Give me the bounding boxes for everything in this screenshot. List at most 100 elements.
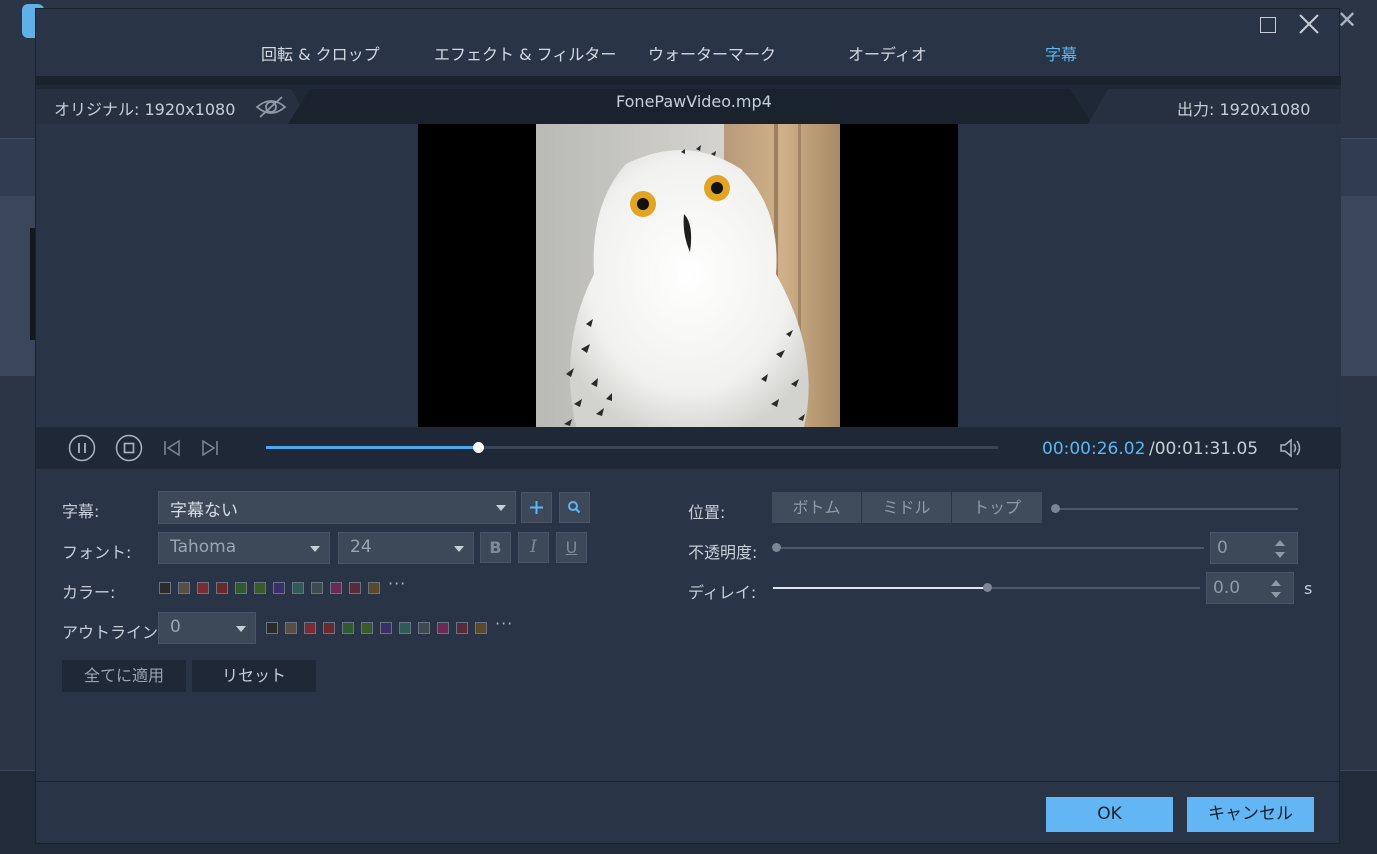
output-resolution: 出力: 1920x1080 [1177,100,1311,119]
tab-effect-filter[interactable]: エフェクト & フィルター [434,41,616,65]
color-swatch[interactable] [235,582,247,594]
font-family-value: Tahoma [170,537,237,557]
color-swatch[interactable] [254,582,266,594]
color-swatch[interactable] [349,582,361,594]
color-swatch[interactable] [418,622,430,634]
outline-swatches: ··· [266,614,526,634]
delay-slider-handle[interactable] [983,583,992,592]
color-swatch[interactable] [304,622,316,634]
chevron-down-icon [496,505,506,511]
bold-button[interactable]: B [480,532,511,563]
color-swatch[interactable] [342,622,354,634]
timeline-handle[interactable] [473,442,484,453]
position-buttons: ボトム ミドル トップ [772,492,1042,523]
edit-tabs: 回転 & クロップ エフェクト & フィルター ウォーターマーク オーディオ 字… [36,31,1341,75]
playback-bar: 00:00:26.02 /00:01:31.05 [36,427,1341,469]
hide-preview-icon[interactable] [255,94,287,120]
opacity-spinbox[interactable]: 0 [1210,532,1298,564]
color-swatch[interactable] [266,622,278,634]
color-swatch[interactable] [273,582,285,594]
more-colors-icon[interactable]: ··· [388,574,406,593]
search-icon [568,501,581,514]
total-time: /00:01:31.05 [1149,439,1259,459]
timeline-progress [266,446,478,449]
color-swatch[interactable] [159,582,171,594]
next-frame-icon[interactable] [200,438,220,458]
ok-button[interactable]: OK [1046,797,1173,832]
position-middle-button[interactable]: ミドル [862,492,952,523]
search-subtitle-button[interactable] [559,492,590,523]
dialog-footer: OK キャンセル [36,781,1341,846]
delay-unit: s [1304,579,1313,598]
underline-button[interactable]: U [556,532,587,563]
color-swatch[interactable] [292,582,304,594]
color-swatch[interactable] [475,622,487,634]
chevron-down-icon [236,626,246,632]
stop-icon[interactable] [115,434,143,462]
video-preview [418,124,958,427]
outline-select[interactable]: 0 [158,612,256,644]
color-swatch[interactable] [285,622,297,634]
font-size-select[interactable]: 24 [338,532,474,564]
chevron-down-icon [454,546,464,552]
color-swatch[interactable] [456,622,468,634]
opacity-label: 不透明度: [688,543,758,562]
position-slider-handle[interactable] [1051,504,1060,513]
font-label: フォント: [62,543,132,562]
original-resolution: オリジナル: 1920x1080 [54,100,236,119]
tab-rotate-crop[interactable]: 回転 & クロップ [261,41,380,65]
chevron-down-icon [310,546,320,552]
plus-icon [530,501,543,514]
color-swatch[interactable] [380,622,392,634]
font-family-select[interactable]: Tahoma [158,532,330,564]
delay-slider-fill [773,587,987,589]
increment-icon[interactable] [1275,540,1285,546]
apply-all-button[interactable]: 全てに適用 [62,660,186,692]
position-slider[interactable] [1056,508,1298,510]
font-size-value: 24 [350,537,372,557]
tab-audio[interactable]: オーディオ [848,41,927,65]
opacity-value: 0 [1217,538,1228,558]
file-name: FonePawVideo.mp4 [616,92,772,111]
color-swatches: ··· [159,574,419,594]
owl-video-frame [536,124,840,427]
delay-label: ディレイ: [688,583,757,602]
italic-button[interactable]: I [518,532,549,563]
color-swatch[interactable] [330,582,342,594]
tab-subtitle[interactable]: 字幕 [1045,41,1077,65]
decrement-icon[interactable] [1271,592,1281,598]
background-close-icon[interactable]: ✕ [1337,6,1359,34]
position-top-button[interactable]: トップ [952,492,1042,523]
increment-icon[interactable] [1271,580,1281,586]
color-swatch[interactable] [437,622,449,634]
opacity-slider[interactable] [777,547,1204,549]
volume-icon[interactable] [1278,437,1304,459]
previous-frame-icon[interactable] [162,438,182,458]
color-swatch[interactable] [361,622,373,634]
color-swatch[interactable] [197,582,209,594]
subtitle-select-value: 字幕ない [170,501,238,521]
timeline-slider[interactable] [266,442,998,453]
color-swatch[interactable] [311,582,323,594]
video-info-bar: オリジナル: 1920x1080 FonePawVideo.mp4 出力: 19… [36,76,1341,124]
opacity-slider-handle[interactable] [772,543,781,552]
position-label: 位置: [688,503,726,522]
pause-icon[interactable] [68,434,96,462]
color-swatch[interactable] [399,622,411,634]
tab-watermark[interactable]: ウォーターマーク [648,41,776,65]
decrement-icon[interactable] [1275,552,1285,558]
color-swatch[interactable] [368,582,380,594]
outline-value: 0 [170,617,181,637]
more-colors-icon[interactable]: ··· [495,614,513,633]
color-swatch[interactable] [323,622,335,634]
delay-spinbox[interactable]: 0.0 [1206,572,1294,604]
add-subtitle-button[interactable] [521,492,552,523]
cancel-button[interactable]: キャンセル [1187,797,1314,832]
subtitle-select[interactable]: 字幕ない [158,491,516,524]
color-swatch[interactable] [178,582,190,594]
reset-button[interactable]: リセット [192,660,316,692]
subtitle-edit-dialog: 回転 & クロップ エフェクト & フィルター ウォーターマーク オーディオ 字… [35,8,1341,846]
color-swatch[interactable] [216,582,228,594]
color-label: カラー: [62,583,116,602]
position-bottom-button[interactable]: ボトム [772,492,862,523]
